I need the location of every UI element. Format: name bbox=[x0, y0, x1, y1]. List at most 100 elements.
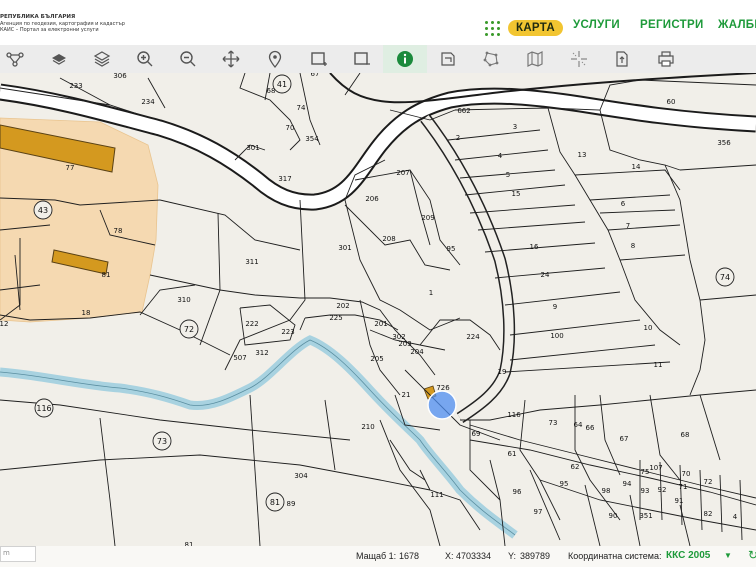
parcel-label: 92 bbox=[658, 486, 667, 494]
cadastral-map[interactable]: 2332343064168747067354606623235630131777… bbox=[0, 73, 756, 546]
parcel-label: 70 bbox=[286, 124, 295, 132]
parcel-label: 78 bbox=[114, 227, 123, 235]
nav-complaints[interactable]: ЖАЛБИ bbox=[718, 19, 756, 31]
select-rect-plus-icon[interactable] bbox=[297, 45, 341, 73]
parcel-label: 98 bbox=[602, 487, 611, 495]
parcel-label: 91 bbox=[675, 497, 684, 505]
app-header: РЕПУБЛИКА БЪЛГАРИЯ Агенция по геодезия, … bbox=[0, 0, 756, 45]
parcel-label: 662 bbox=[457, 107, 470, 115]
parcel-label: 66 bbox=[586, 424, 595, 432]
print-icon[interactable] bbox=[644, 45, 688, 73]
crosshair-icon[interactable] bbox=[557, 45, 601, 73]
scale-value[interactable]: 1678 bbox=[399, 551, 419, 561]
layer-icon[interactable] bbox=[37, 45, 81, 73]
parcel-label: 82 bbox=[704, 510, 713, 518]
parcel-label: 96 bbox=[513, 488, 522, 496]
crs-select[interactable]: ККС 2005 bbox=[666, 550, 710, 561]
parcel-label: 12 bbox=[0, 320, 8, 328]
parcel-label: 7 bbox=[626, 222, 630, 230]
agency-logo[interactable]: РЕПУБЛИКА БЪЛГАРИЯ Агенция по геодезия, … bbox=[0, 14, 125, 34]
parcel-label: 223 bbox=[281, 328, 294, 336]
parcel-label: 11 bbox=[654, 361, 663, 369]
selection-marker bbox=[427, 390, 457, 420]
svg-text:41: 41 bbox=[277, 80, 287, 89]
parcel-label: 68 bbox=[681, 431, 690, 439]
parcel-label: 10 bbox=[644, 324, 653, 332]
parcel-label: 95 bbox=[560, 480, 569, 488]
parcel-label: 207 bbox=[396, 169, 409, 177]
zoom-in-icon[interactable] bbox=[123, 45, 167, 73]
parcel-label: 74 bbox=[297, 104, 306, 112]
svg-text:74: 74 bbox=[720, 273, 730, 282]
parcel-label: 201 bbox=[374, 320, 387, 328]
status-bar: Мащаб 1: 1678 X: 4703334 Y: 389789 Коорд… bbox=[0, 546, 756, 567]
parcel-label: 304 bbox=[294, 472, 308, 480]
parcel-label: 356 bbox=[717, 139, 731, 147]
parcel-label: 202 bbox=[336, 302, 349, 310]
circled-label: 74 bbox=[715, 267, 735, 287]
y-label: Y: bbox=[508, 551, 517, 561]
parcel-label: 3 bbox=[513, 123, 517, 131]
parcel-label: 8 bbox=[631, 242, 635, 250]
parcel-label: 234 bbox=[141, 98, 155, 106]
parcel-label: 312 bbox=[255, 349, 268, 357]
parcel-label: 354 bbox=[305, 135, 319, 143]
circled-label: 72 bbox=[179, 319, 199, 339]
parcel-label: 70 bbox=[682, 470, 691, 478]
parcel-label: 1 bbox=[429, 289, 433, 297]
nav-services[interactable]: УСЛУГИ bbox=[573, 19, 620, 31]
parcel-label: 6 bbox=[621, 200, 626, 208]
parcel-label: 61 bbox=[508, 450, 517, 458]
parcel-label: 206 bbox=[365, 195, 379, 203]
parcel-label: 203 bbox=[398, 340, 411, 348]
map-icon[interactable] bbox=[513, 45, 557, 73]
circled-label: 41 bbox=[272, 74, 292, 94]
info-icon[interactable] bbox=[383, 45, 427, 73]
parcel-label: 4 bbox=[733, 513, 738, 521]
parcel-label: 209 bbox=[421, 214, 434, 222]
svg-text:81: 81 bbox=[270, 498, 280, 507]
parcel-label: 95 bbox=[447, 245, 456, 253]
parcel-label: 100 bbox=[550, 332, 563, 340]
parcel-label: 5 bbox=[506, 171, 510, 179]
parcel-label: 116 bbox=[507, 411, 521, 419]
parcel-label: 224 bbox=[466, 333, 480, 341]
export-document-icon[interactable] bbox=[600, 45, 644, 73]
crs-label: Координатна система: bbox=[568, 551, 662, 561]
parcel-label: 72 bbox=[704, 478, 713, 486]
parcel-label: 69 bbox=[472, 430, 481, 438]
x-coordinate: 4703334 bbox=[456, 551, 492, 561]
document-corner-icon[interactable] bbox=[426, 45, 470, 73]
parcel-label: 16 bbox=[530, 243, 539, 251]
parcel-label: 301 bbox=[246, 144, 259, 152]
svg-text:43: 43 bbox=[38, 206, 48, 215]
svg-text:72: 72 bbox=[184, 325, 194, 334]
parcel-label: 94 bbox=[623, 480, 632, 488]
zoom-out-icon[interactable] bbox=[166, 45, 210, 73]
parcel-label: 225 bbox=[329, 314, 342, 322]
nav-map[interactable]: КАРТА bbox=[508, 20, 563, 36]
parcel-label: 62 bbox=[571, 463, 580, 471]
refresh-icon[interactable]: ↻ bbox=[748, 548, 756, 562]
parcel-label: 317 bbox=[278, 175, 291, 183]
parcel-label: 2 bbox=[456, 134, 460, 142]
location-pin-icon[interactable] bbox=[253, 45, 297, 73]
pan-move-icon[interactable] bbox=[209, 45, 253, 73]
parcel-label: 222 bbox=[245, 320, 258, 328]
parcel-label: 208 bbox=[382, 235, 395, 243]
select-rect-minus-icon[interactable] bbox=[340, 45, 384, 73]
route-nodes-icon[interactable] bbox=[0, 45, 37, 73]
nav-registers[interactable]: РЕГИСТРИ bbox=[640, 19, 704, 31]
parcel-label: 311 bbox=[245, 258, 258, 266]
layers-stack-icon[interactable] bbox=[80, 45, 124, 73]
parcel-label: 73 bbox=[549, 419, 558, 427]
polygon-measure-icon[interactable] bbox=[469, 45, 513, 73]
parcel-label: 19 bbox=[498, 368, 507, 376]
grid-dots-icon[interactable] bbox=[484, 20, 502, 38]
triangle-down-icon[interactable]: ▼ bbox=[724, 551, 732, 560]
parcel-label: 64 bbox=[574, 421, 583, 429]
scale-label: Мащаб 1: bbox=[356, 551, 397, 561]
circled-label: 73 bbox=[152, 431, 172, 451]
parcel-label: 507 bbox=[233, 354, 246, 362]
svg-text:116: 116 bbox=[36, 404, 51, 413]
